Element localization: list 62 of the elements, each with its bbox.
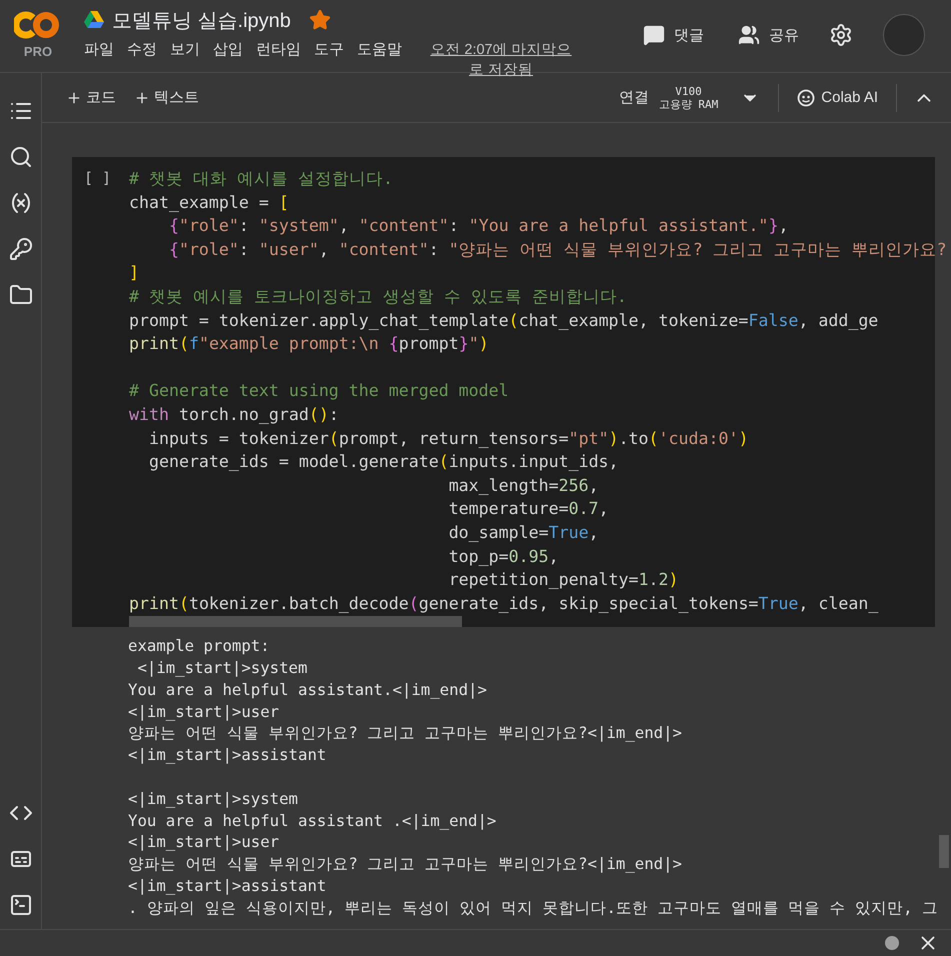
code-line: do_sample=True, xyxy=(448,522,599,544)
comment-icon xyxy=(643,24,665,46)
logo-icon xyxy=(14,9,62,41)
menu-item[interactable]: 도움말 xyxy=(357,40,402,60)
menu-item[interactable]: 수정 xyxy=(127,40,157,60)
scrollbar-thumb[interactable] xyxy=(939,835,949,868)
output-line: <|im_start|>system xyxy=(136,657,308,679)
key-icon xyxy=(8,237,32,261)
scrollbar-thumb[interactable] xyxy=(129,616,462,628)
code-line: # Generate text using the merged model xyxy=(129,380,509,402)
comment-button[interactable]: 댓글 xyxy=(635,20,712,50)
plus-icon xyxy=(66,90,82,106)
face-icon xyxy=(797,88,816,106)
output-line: <|im_start|>assistant xyxy=(128,744,326,766)
code-line: print(tokenizer.batch_decode(generate_ids, skip_special_tokens=True, clean_ xyxy=(129,592,878,615)
status-dot-icon xyxy=(885,936,899,950)
code-line: {"role": "system", "content": "You are a helpful assistant."}, xyxy=(168,215,788,238)
code-line: with torch.no_grad(): xyxy=(129,404,339,426)
menu-item[interactable]: 파일 xyxy=(84,40,114,60)
output-line: <|im_start|>system xyxy=(128,788,298,810)
save-status-link[interactable]: 오전 2:07에 마지막으로 저장됨 xyxy=(425,40,577,80)
code-line: # 챗봇 예시를 토크나이징하고 생성할 수 있도록 준비합니다. xyxy=(129,286,627,308)
output-line: 양파는 어떤 식물 부위인가요? 그리고 고구마는 뿌리인가요?<|im_end|> xyxy=(128,722,682,744)
menu-item[interactable]: 도구 xyxy=(314,40,344,60)
code-line: {"role": "user", "content": "양파는 어떤 식물 부위인가요? 그리고 고구마는 뿌리인가요? xyxy=(168,238,947,261)
output-line: <|im_start|>user xyxy=(128,700,280,722)
search-icon xyxy=(8,145,32,169)
people-icon xyxy=(738,24,760,46)
output-line: <|im_start|>user xyxy=(128,831,280,854)
code-line: print(f"example prompt:\n {prompt}") xyxy=(129,333,489,356)
code-line: repetition_penalty=1.2) xyxy=(448,569,678,592)
plus-icon xyxy=(134,90,150,106)
output-line: . 양파의 잎은 식용이지만, 뿌리는 독성이 있어 먹지 못합니다.또한 고구마도 열매를 먹을 수 있지만, 그 xyxy=(128,896,938,919)
colab-ai-button[interactable]: Colab AI xyxy=(791,84,884,110)
folder-icon xyxy=(8,283,32,307)
output-line: 양파는 어떤 식물 부위인가요? 그리고 고구마는 뿌리인가요?<|im_end|> xyxy=(128,853,682,876)
drive-triangle-icon xyxy=(84,11,104,29)
output-line: You are a helpful assistant .<|im_end|> xyxy=(128,810,496,832)
menu-item[interactable]: 보기 xyxy=(170,40,200,60)
output-line: <|im_start|>assistant xyxy=(128,875,326,897)
code-line: ] xyxy=(129,262,139,284)
settings-icon xyxy=(829,23,853,47)
output-line: example prompt: xyxy=(128,635,270,658)
menu-item[interactable]: 런타임 xyxy=(256,40,301,60)
code-line: generate_ids = model.generate(inputs.input_ids, xyxy=(148,451,619,474)
run-status[interactable]: [ ] xyxy=(72,167,129,616)
add-cell-button[interactable]: 텍스트 xyxy=(128,84,205,111)
share-button[interactable]: 공유 xyxy=(730,20,807,50)
pro-label: PRO xyxy=(24,44,52,59)
notebook-title[interactable]: 모델튜닝 실습.ipynb xyxy=(112,6,291,34)
star-icon[interactable] xyxy=(308,9,331,31)
code-line: top_p=0.95, xyxy=(448,546,559,568)
code-line: chat_example = [ xyxy=(129,192,289,214)
code-line: inputs = tokenizer(prompt, return_tensors="pt").to('cuda:0') xyxy=(148,428,748,450)
code-line: prompt = tokenizer.apply_chat_template(chat_example, tokenize=False, add_ge xyxy=(129,310,878,332)
code-line: # 챗봇 대화 예시를 설정합니다. xyxy=(129,168,393,190)
code-line: max_length=256, xyxy=(448,474,599,497)
code-line: temperature=0.7, xyxy=(448,498,609,520)
output-line: You are a helpful assistant.<|im_end|> xyxy=(128,678,487,701)
terminal-icon xyxy=(8,893,32,917)
add-cell-button[interactable]: 코드 xyxy=(60,84,122,111)
menu-item[interactable]: 삽입 xyxy=(213,40,243,60)
